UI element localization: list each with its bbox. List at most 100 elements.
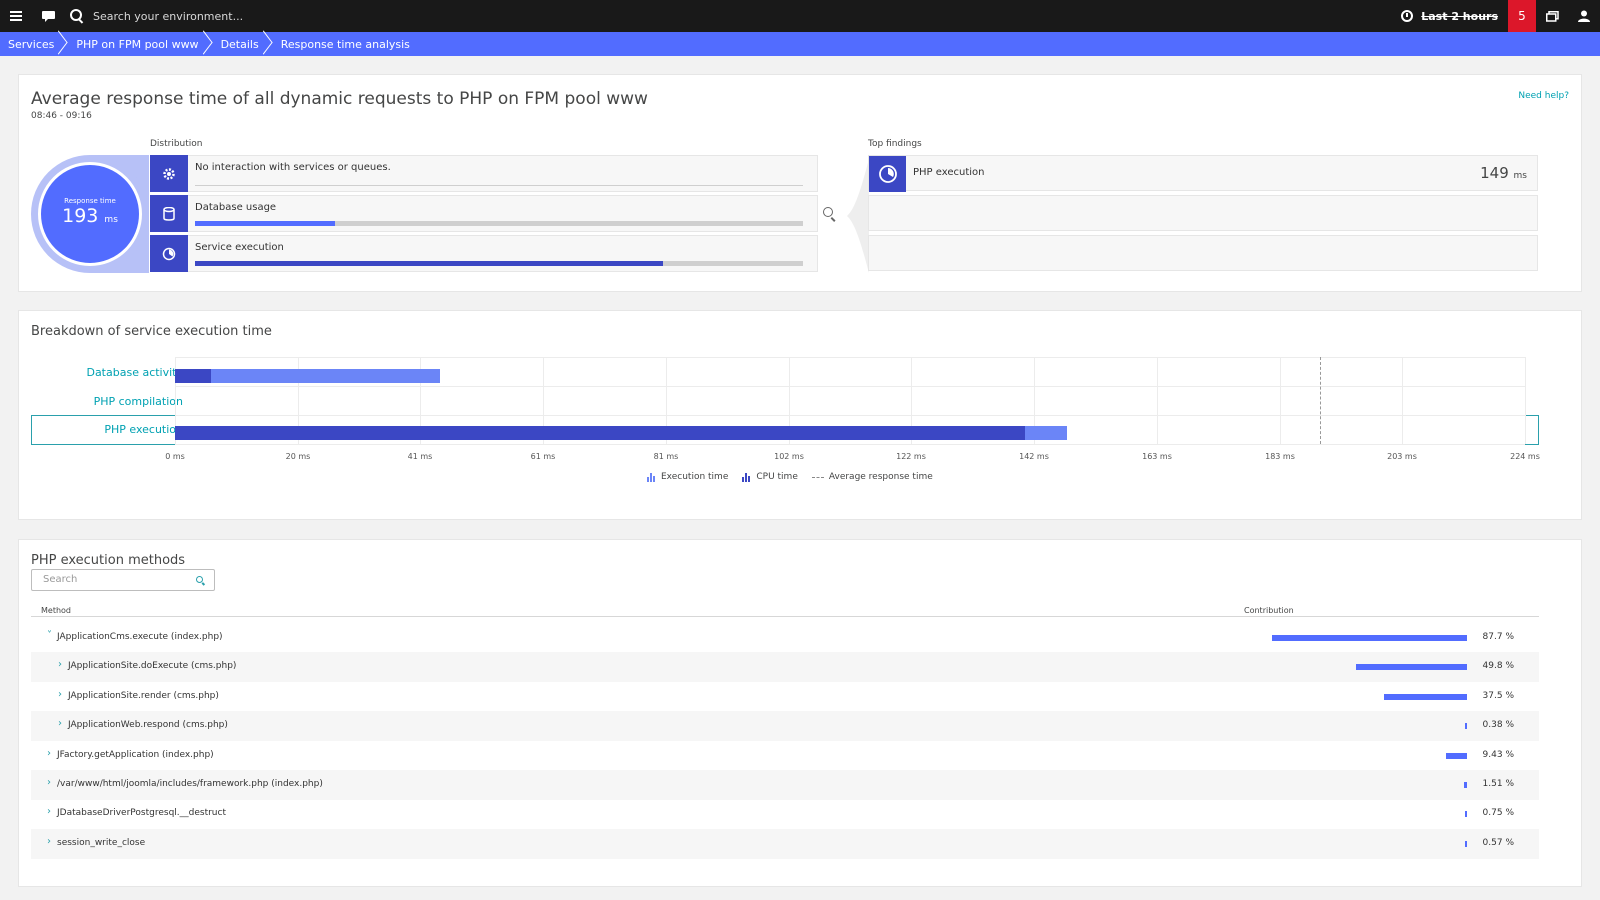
chevron-right-icon[interactable]: ›: [47, 836, 55, 846]
environment-search[interactable]: Search your environment...: [70, 0, 243, 32]
methods-search-input[interactable]: Search: [31, 569, 215, 591]
help-link[interactable]: Need help?: [1518, 91, 1569, 101]
x-tick-label: 203 ms: [1387, 452, 1417, 461]
bar-php-execution-execution-time[interactable]: [175, 426, 1025, 440]
grid-line: [1525, 357, 1526, 444]
chevron-right-icon[interactable]: ›: [58, 719, 66, 729]
method-name: JApplicationSite.doExecute (cms.php): [68, 661, 237, 672]
method-name: JApplicationCms.execute (index.php): [57, 632, 223, 642]
bar-php-execution-cpu-time[interactable]: [1025, 426, 1067, 440]
chevron-right-icon[interactable]: ›: [58, 660, 66, 670]
average-response-time-line: [1320, 357, 1321, 444]
contribution-bar: [1383, 693, 1467, 700]
grid-line: [1157, 357, 1158, 444]
environment-search-input[interactable]: Search your environment...: [93, 10, 243, 23]
top-finding-empty-slot: [868, 235, 1538, 271]
distribution-row-no-interaction[interactable]: No interaction with services or queues.: [150, 155, 818, 192]
magnifier-icon: [823, 207, 839, 223]
chat-icon[interactable]: [32, 0, 64, 32]
grid-line: [175, 444, 1525, 445]
grid-line: [175, 357, 1525, 358]
chevron-right-icon[interactable]: ›: [47, 807, 55, 817]
clock-icon: [1401, 10, 1414, 22]
column-header-contribution[interactable]: Contribution: [1244, 606, 1294, 615]
top-bar: Search your environment... Last 2 hours …: [0, 0, 1600, 32]
table-row[interactable]: › JApplicationSite.doExecute (cms.php) 49.…: [31, 652, 1539, 683]
grid-line: [175, 386, 1525, 387]
problems-badge[interactable]: 5: [1508, 0, 1536, 32]
grid-line: [1402, 357, 1403, 444]
methods-search-placeholder: Search: [43, 574, 78, 585]
response-time-bubble[interactable]: Response time 193 ms: [38, 162, 142, 266]
contribution-bar: [1446, 752, 1467, 759]
category-label-php-execution[interactable]: PHP execution: [104, 423, 183, 436]
x-tick-label: 0 ms: [165, 452, 185, 461]
response-time-label: Response time: [64, 197, 116, 205]
contribution-percent: 49.8 %: [1482, 661, 1514, 672]
breadcrumb-service[interactable]: PHP on FPM pool www: [62, 32, 206, 56]
breadcrumb: Services PHP on FPM pool www Details Res…: [0, 32, 1600, 56]
category-label-php-compilation[interactable]: PHP compilation: [94, 395, 183, 408]
distribution-bar-service-execution: [195, 261, 803, 266]
top-findings-label: Top findings: [868, 139, 922, 149]
gear-icon: [150, 155, 188, 192]
x-tick-label: 142 ms: [1019, 452, 1049, 461]
chart-legend: Execution time CPU time Average response…: [647, 472, 947, 482]
chevron-right-icon[interactable]: ›: [47, 778, 55, 788]
contribution-percent: 0.57 %: [1482, 837, 1514, 848]
distribution-label-service-execution: Service execution: [195, 242, 284, 253]
x-tick-label: 20 ms: [285, 452, 311, 461]
search-icon: [70, 9, 84, 23]
methods-panel: PHP execution methods Search Method Cont…: [18, 539, 1582, 887]
method-name: JApplicationSite.render (cms.php): [68, 690, 219, 701]
distribution-label-no-interaction: No interaction with services or queues.: [195, 162, 391, 173]
method-name: JApplicationWeb.respond (cms.php): [68, 720, 228, 731]
bar-database-activity-execution-time[interactable]: [175, 369, 211, 383]
breadcrumb-details[interactable]: Details: [207, 32, 267, 56]
windows-icon[interactable]: [1536, 0, 1568, 32]
chevron-right-icon[interactable]: ›: [58, 689, 66, 699]
table-row[interactable]: › session_write_close 0.57 %: [31, 828, 1539, 859]
table-row[interactable]: › JDatabaseDriverPostgresql.__destruct 0.7…: [31, 799, 1539, 829]
table-row[interactable]: ˅ JApplicationCms.execute (index.php) 87.7…: [31, 623, 1539, 653]
breadcrumb-services[interactable]: Services: [0, 32, 62, 56]
contribution-bar: [1465, 811, 1467, 818]
x-tick-label: 224 ms: [1510, 452, 1540, 461]
contribution-bar: [1463, 782, 1467, 788]
method-name: JFactory.getApplication (index.php): [57, 749, 214, 760]
x-tick-label: 81 ms: [653, 452, 679, 461]
page-title: Average response time of all dynamic req…: [31, 89, 648, 109]
bar-database-activity-cpu-time[interactable]: [211, 369, 440, 383]
response-time-summary-panel: Average response time of all dynamic req…: [18, 74, 1582, 292]
distribution-row-service-execution[interactable]: Service execution: [150, 235, 818, 272]
user-icon[interactable]: [1568, 0, 1600, 32]
x-tick-label: 61 ms: [530, 452, 556, 461]
methods-title: PHP execution methods: [31, 553, 186, 568]
table-row[interactable]: › JApplicationSite.render (cms.php) 37.5 %: [31, 682, 1539, 712]
grid-line: [1280, 357, 1281, 444]
contribution-percent: 1.51 %: [1482, 779, 1514, 789]
menu-icon[interactable]: [0, 0, 32, 32]
database-icon: [150, 195, 188, 232]
table-row[interactable]: › JFactory.getApplication (index.php) 9.43…: [31, 741, 1539, 771]
chevron-right-icon[interactable]: ›: [47, 748, 55, 758]
distribution-row-database[interactable]: Database usage: [150, 195, 818, 232]
legend-execution-time[interactable]: Execution time: [647, 472, 728, 482]
header-divider: [31, 616, 1539, 617]
top-finding-php-execution[interactable]: PHP execution 149 ms: [868, 155, 1538, 192]
distribution-bar-database: [195, 221, 803, 226]
table-row[interactable]: › JApplicationWeb.respond (cms.php) 0.38 %: [31, 711, 1539, 742]
top-finding-value: 149 ms: [1480, 164, 1527, 182]
chevron-down-icon[interactable]: ˅: [47, 631, 55, 641]
legend-cpu-time[interactable]: CPU time: [742, 472, 798, 482]
category-label-database-activity[interactable]: Database activity: [86, 366, 183, 379]
bar-chart-icon: [742, 472, 751, 482]
table-row[interactable]: ›/var/www/html/joomla/includes/framework…: [31, 770, 1539, 800]
legend-average-response-time[interactable]: Average response time: [811, 472, 933, 482]
contribution-percent: 0.75 %: [1482, 808, 1514, 819]
column-header-method[interactable]: Method: [41, 606, 71, 615]
timeframe-selector[interactable]: Last 2 hours: [1401, 10, 1498, 23]
grid-line: [175, 415, 1525, 416]
x-tick-label: 41 ms: [407, 452, 433, 461]
breakdown-title: Breakdown of service execution time: [31, 324, 272, 339]
